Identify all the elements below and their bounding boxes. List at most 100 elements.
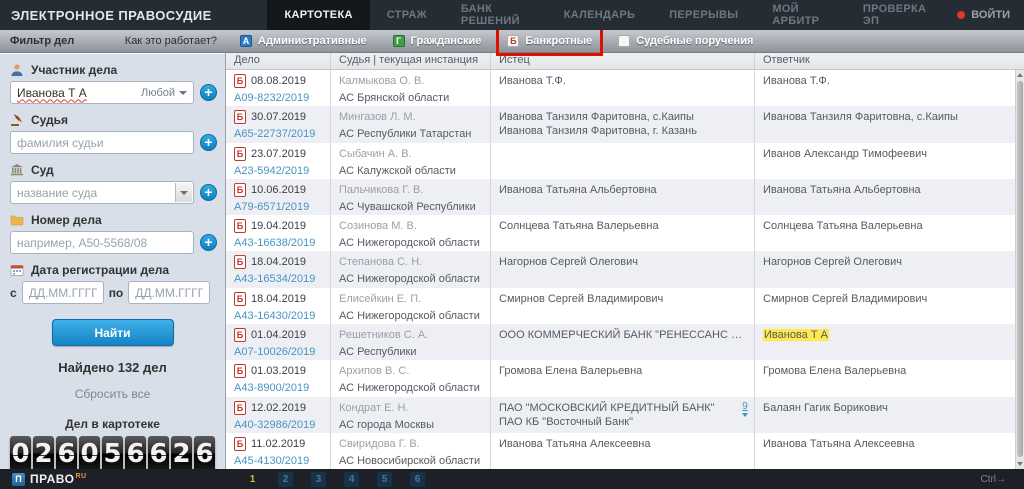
participant-input[interactable]: Иванова Т А Любой bbox=[10, 81, 194, 104]
reg-date-label-row: Дата регистрации дела bbox=[10, 263, 225, 277]
case-number-link[interactable]: А43-16534/2019 bbox=[234, 272, 322, 286]
case-number-link[interactable]: А43-16638/2019 bbox=[234, 236, 322, 250]
case-counter: 026056626 bbox=[0, 436, 225, 469]
case-number-link[interactable]: А07-10026/2019 bbox=[234, 345, 322, 359]
reset-all-link[interactable]: Сбросить все bbox=[0, 387, 225, 401]
participant-label: Участник дела bbox=[31, 63, 117, 77]
counter-digit: 2 bbox=[33, 436, 54, 469]
login-button[interactable]: ВОЙТИ bbox=[943, 0, 1024, 30]
nav-item-5[interactable]: МОЙ АРБИТР bbox=[755, 0, 846, 30]
add-judge-button[interactable] bbox=[200, 134, 217, 151]
add-court-button[interactable] bbox=[200, 184, 217, 201]
court-dropdown-button[interactable] bbox=[175, 183, 192, 202]
case-number-link[interactable]: А45-4130/2019 bbox=[234, 454, 322, 468]
page-button-5[interactable]: 5 bbox=[377, 472, 392, 487]
participant-value: Иванова Т А bbox=[17, 86, 87, 100]
cell-plaintiff: Солнцева Татьяна Валерьевна bbox=[491, 215, 755, 251]
tab-case-type-3[interactable]: Судебные поручения bbox=[605, 30, 766, 52]
case-counter-label: Дел в картотеке bbox=[0, 417, 225, 431]
how-it-works-link[interactable]: Как это работает? bbox=[125, 35, 217, 47]
scroll-up-icon[interactable] bbox=[1016, 70, 1024, 80]
tab-letter-icon bbox=[618, 35, 630, 47]
page-button-3[interactable]: 3 bbox=[311, 472, 326, 487]
nav-item-1[interactable]: СТРАЖ bbox=[370, 0, 444, 30]
tab-case-type-1[interactable]: ГГражданские bbox=[380, 30, 495, 52]
case-number-link[interactable]: А43-16430/2019 bbox=[234, 309, 322, 323]
add-participant-button[interactable] bbox=[200, 84, 217, 101]
judge-label-row: Судья bbox=[10, 113, 225, 127]
cell-plaintiff: Иванова Татьяна Альбертовна bbox=[491, 179, 755, 215]
case-date: 19.04.2019 bbox=[251, 219, 306, 233]
column-header-2[interactable]: Истец bbox=[491, 53, 755, 69]
case-number-input[interactable] bbox=[10, 231, 194, 254]
filter-sidebar: Участник дела Иванова Т А Любой Судья Су… bbox=[0, 54, 225, 469]
column-header-1[interactable]: Судья | текущая инстанция bbox=[331, 53, 491, 69]
case-date: 30.07.2019 bbox=[251, 110, 306, 124]
tab-label: Судебные поручения bbox=[636, 35, 753, 47]
nav-item-0[interactable]: КАРТОТЕКА bbox=[267, 0, 369, 30]
pagination: 1 2 3 4 5 6 bbox=[245, 472, 425, 487]
defendant-name: Громова Елена Валерьевна bbox=[763, 364, 1007, 378]
column-header-0[interactable]: Дело bbox=[226, 53, 331, 69]
tab-case-type-0[interactable]: ААдминистративные bbox=[227, 30, 380, 52]
participant-field-row: Иванова Т А Любой bbox=[10, 81, 217, 104]
top-header: ЭЛЕКТРОННОЕ ПРАВОСУДИЕ КАРТОТЕКАСТРАЖБАН… bbox=[0, 0, 1024, 30]
case-line: Б10.06.2019 bbox=[234, 183, 322, 197]
counter-digit: 6 bbox=[194, 436, 215, 469]
judge-input[interactable] bbox=[10, 131, 194, 154]
page-button-2[interactable]: 2 bbox=[278, 472, 293, 487]
page-button-6[interactable]: 6 bbox=[410, 472, 425, 487]
defendant-name: Иванова Татьяна Алексеевна bbox=[763, 437, 1007, 451]
nav-item-3[interactable]: КАЛЕНДАРЬ bbox=[547, 0, 653, 30]
case-number-link[interactable]: А23-5942/2019 bbox=[234, 164, 322, 178]
gavel-icon bbox=[10, 113, 24, 127]
bankruptcy-case-icon: Б bbox=[234, 401, 246, 415]
case-number-link[interactable]: А65-22737/2019 bbox=[234, 127, 322, 141]
search-button[interactable]: Найти bbox=[52, 319, 174, 346]
cell-plaintiff: Нагорнов Сергей Олегович bbox=[491, 251, 755, 287]
nav-item-2[interactable]: БАНК РЕШЕНИЙ bbox=[444, 0, 547, 30]
cell-judge: Пальчикова Г. В.АС Чувашской Республики bbox=[331, 179, 491, 215]
nav-item-4[interactable]: ПЕРЕРЫВЫ bbox=[652, 0, 755, 30]
date-to-input[interactable] bbox=[128, 281, 210, 304]
cell-defendant: Иванова Татьяна Альбертовна bbox=[755, 179, 1015, 215]
court-name: АС Республики Татарстан bbox=[339, 127, 482, 141]
cell-defendant: Балаян Гагик Борикович bbox=[755, 397, 1015, 433]
case-number-link[interactable]: А40-32986/2019 bbox=[234, 418, 322, 432]
scroll-down-icon[interactable] bbox=[1016, 459, 1024, 469]
plaintiff-name: Смирнов Сергей Владимирович bbox=[499, 292, 746, 306]
judge-name: Пальчикова Г. В. bbox=[339, 183, 482, 197]
date-from-input[interactable] bbox=[22, 281, 104, 304]
date-from-label: с bbox=[10, 286, 17, 300]
judge-name: Степанова С. Н. bbox=[339, 255, 482, 269]
nav-item-6[interactable]: ПРОВЕРКА ЭП bbox=[846, 0, 943, 30]
case-number-link[interactable]: А79-6571/2019 bbox=[234, 200, 322, 214]
page-button-1[interactable]: 1 bbox=[245, 472, 260, 487]
add-case-number-button[interactable] bbox=[200, 234, 217, 251]
case-line: Б12.02.2019 bbox=[234, 401, 322, 415]
tab-letter-icon: Б bbox=[507, 35, 519, 47]
case-number-link[interactable]: А43-8900/2019 bbox=[234, 381, 322, 395]
cell-defendant: Иванов Александр Тимофеевич bbox=[755, 143, 1015, 179]
case-number-link[interactable]: А09-8232/2019 bbox=[234, 91, 322, 105]
column-header-3[interactable]: Ответчик bbox=[755, 53, 1015, 69]
defendant-name-text: Громова Елена Валерьевна bbox=[763, 365, 906, 377]
court-select[interactable]: название суда bbox=[10, 181, 194, 204]
court-label-row: Суд bbox=[10, 163, 225, 177]
tab-case-type-2[interactable]: ББанкротные bbox=[494, 30, 605, 52]
scrollbar-thumb[interactable] bbox=[1017, 81, 1023, 457]
participant-role-dropdown[interactable]: Любой bbox=[141, 87, 187, 99]
judge-name: Созинова М. В. bbox=[339, 219, 482, 233]
court-placeholder: название суда bbox=[17, 186, 97, 200]
vertical-scrollbar[interactable] bbox=[1015, 70, 1024, 469]
table-row: Б08.08.2019А09-8232/2019Калмыкова О. В.А… bbox=[226, 70, 1015, 106]
more-plaintiffs-badge[interactable]: 9 bbox=[742, 402, 748, 417]
cell-judge: Созинова М. В. АС Нижегородской области bbox=[331, 215, 491, 251]
page-button-4[interactable]: 4 bbox=[344, 472, 359, 487]
defendant-name: Иванова Танзиля Фаритовна, с.Каипы bbox=[763, 110, 1007, 124]
main-nav: КАРТОТЕКАСТРАЖБАНК РЕШЕНИЙКАЛЕНДАРЬПЕРЕР… bbox=[267, 0, 943, 30]
table-row: Б23.07.2019А23-5942/2019Сыбачин А. В.АС … bbox=[226, 143, 1015, 179]
cell-case: Б01.03.2019А43-8900/2019 bbox=[226, 360, 331, 396]
pravo-logo-text: ПРАВОRU bbox=[30, 472, 87, 486]
court-name: АС Нижегородской области bbox=[339, 236, 482, 250]
